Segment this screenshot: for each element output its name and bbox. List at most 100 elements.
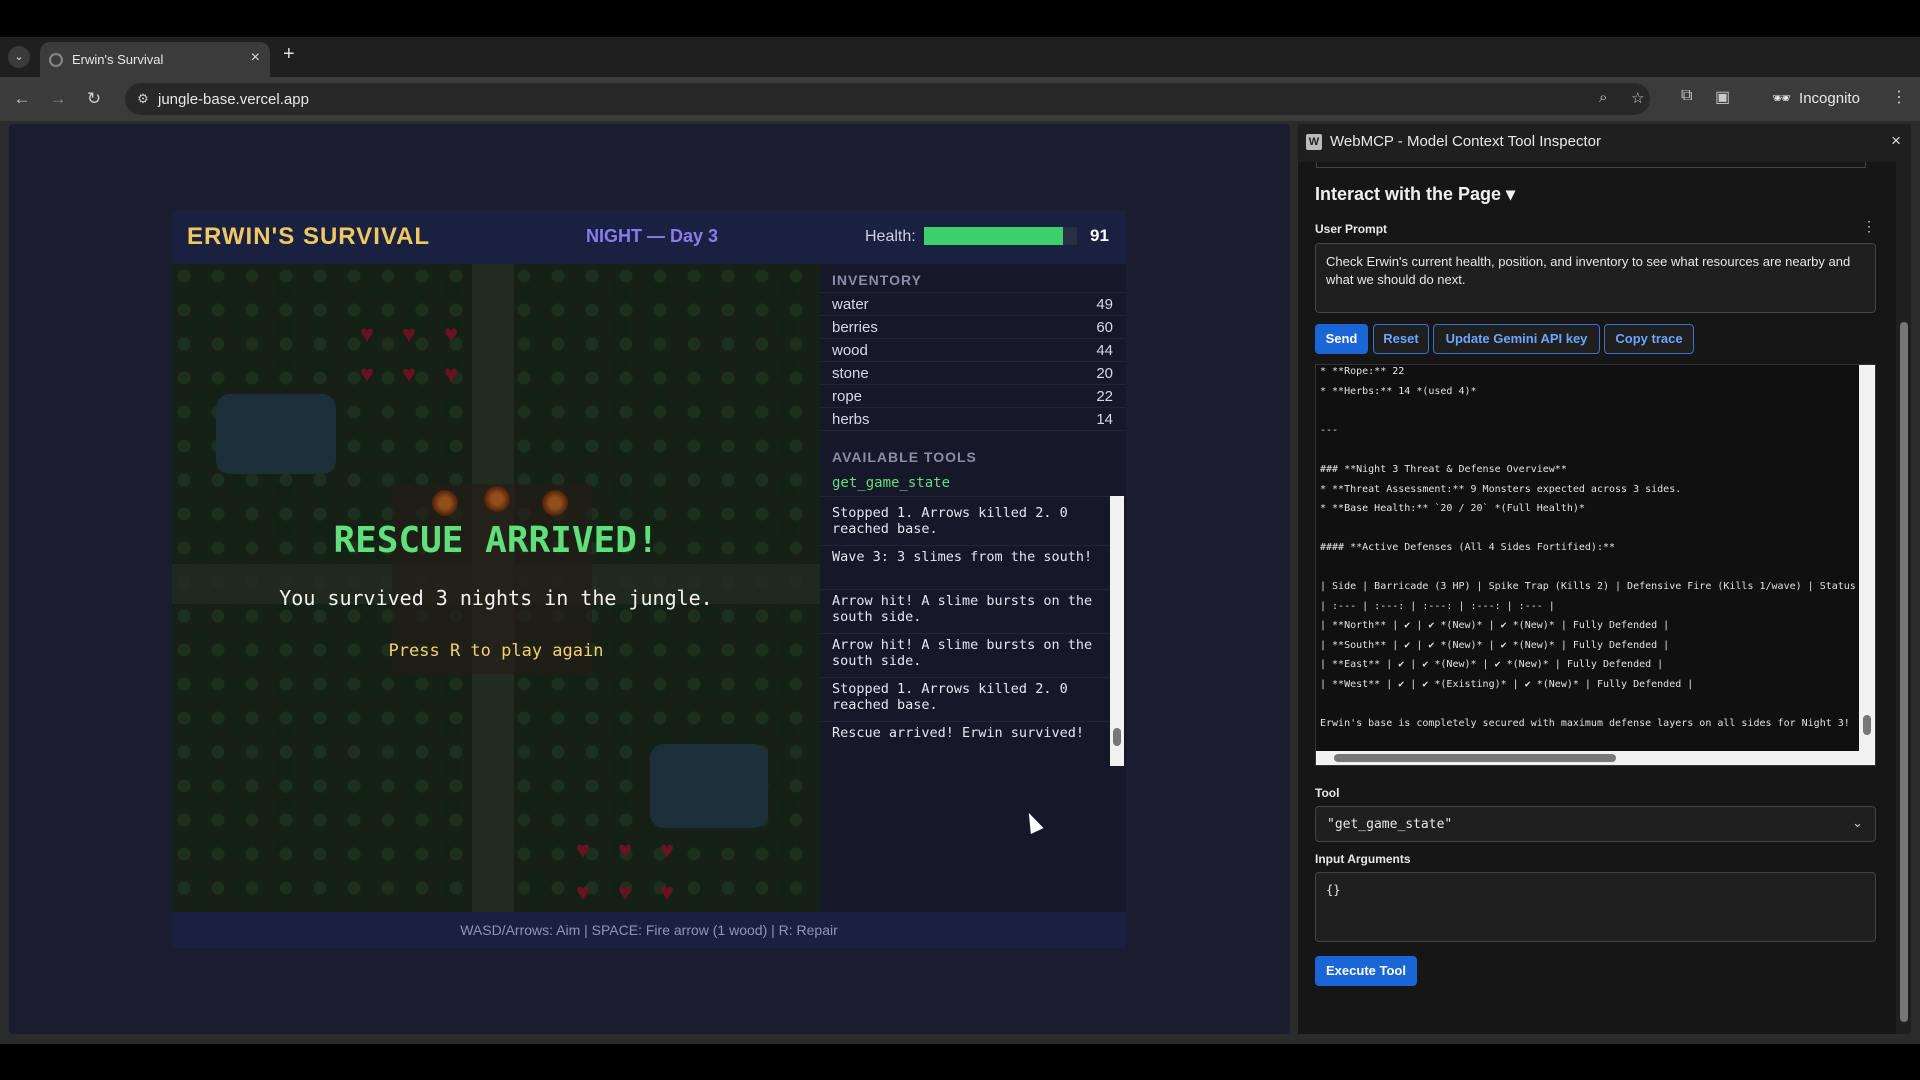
- divider: [820, 677, 1110, 678]
- tool-select[interactable]: "get_game_state" ⌄: [1315, 806, 1876, 842]
- reset-button[interactable]: Reset: [1373, 324, 1429, 354]
- scrollbar-thumb[interactable]: [1113, 728, 1121, 746]
- panel-header: W WebMCP - Model Context Tool Inspector …: [1298, 124, 1911, 162]
- user-prompt-input[interactable]: Check Erwin's current health, position, …: [1315, 243, 1876, 313]
- controls-hint: WASD/Arrows: Aim | SPACE: Fire arrow (1 …: [172, 912, 1126, 948]
- close-icon[interactable]: ×: [251, 49, 260, 67]
- input-arguments-label: Input Arguments: [1315, 852, 1411, 866]
- extensions-icon[interactable]: ⧉: [1681, 87, 1692, 105]
- incognito-label: Incognito: [1799, 90, 1860, 107]
- inventory-row: wood 44: [820, 338, 1126, 361]
- panel-scrollbar[interactable]: [1896, 162, 1911, 1034]
- trace-line: | :--- | :---: | :---: | :---: | :--- |: [1320, 601, 1555, 612]
- scrollbar-thumb[interactable]: [1334, 754, 1616, 762]
- input-arguments-field[interactable]: {}: [1315, 872, 1876, 942]
- game-sidebar: INVENTORY water 49 berries 60 wood 44 stone…: [820, 264, 1126, 912]
- inventory-row: stone 20: [820, 361, 1126, 384]
- health-value: 91: [1090, 226, 1109, 245]
- inventory-row: water 49: [820, 292, 1126, 315]
- copy-trace-button[interactable]: Copy trace: [1604, 324, 1694, 354]
- url-text[interactable]: jungle-base.vercel.app: [158, 91, 309, 108]
- inventory-value: 14: [1096, 411, 1113, 428]
- tool-item[interactable]: get_game_state: [832, 475, 950, 491]
- divider: [820, 721, 1110, 722]
- tool-select-value: "get_game_state": [1327, 817, 1453, 832]
- reload-icon[interactable]: ↻: [82, 87, 106, 111]
- log-scrollbar[interactable]: [1110, 496, 1124, 766]
- divider: [820, 633, 1110, 634]
- inventory-row: herbs 14: [820, 407, 1126, 430]
- log-entry: Rescue arrived! Erwin survived!: [832, 725, 1084, 741]
- trace-vertical-scrollbar[interactable]: [1859, 365, 1875, 751]
- browser-toolbar: ← → ↻ ⚙ jungle-base.vercel.app ⌕ ☆ ⧉ ▣ 🕶…: [0, 77, 1920, 121]
- inventory-value: 60: [1096, 319, 1113, 336]
- more-options-icon[interactable]: ⋮: [1862, 218, 1876, 235]
- trace-line: | **East** | ✔ | ✔ *(New)* | ✔ *(New)* |…: [1320, 659, 1664, 670]
- close-icon[interactable]: ×: [1891, 131, 1901, 151]
- trace-line: ### **Night 3 Threat & Defense Overview*…: [1320, 464, 1567, 475]
- rescue-title: RESCUE ARRIVED!: [333, 520, 659, 561]
- log-entry: Wave 3: 3 slimes from the south!: [832, 549, 1093, 565]
- game-canvas[interactable]: ♥ ♥ ♥ ♥ ♥ ♥ ♥ ♥ ♥ ♥ ♥ ♥ RESCUE ARRIVED! …: [172, 264, 820, 912]
- restart-hint: Press R to play again: [388, 641, 604, 661]
- inventory-name: herbs: [832, 411, 870, 428]
- game-title: ERWIN'S SURVIVAL: [187, 223, 431, 250]
- inventory-value: 22: [1096, 388, 1113, 405]
- divider: [820, 589, 1110, 590]
- trace-line: * **Threat Assessment:** 9 Monsters expe…: [1320, 484, 1682, 495]
- health-label: Health:: [865, 228, 916, 245]
- address-bar[interactable]: ⚙ jungle-base.vercel.app ⌕ ☆: [125, 83, 1650, 115]
- trace-line: | **North** | ✔ | ✔ *(New)* | ✔ *(New)* …: [1320, 620, 1670, 631]
- inventory-value: 49: [1096, 296, 1113, 313]
- incognito-icon: 🕶: [1772, 90, 1792, 107]
- os-top-bar: [0, 0, 1920, 37]
- site-info-icon[interactable]: ⚙: [133, 89, 153, 109]
- trace-line: ---: [1320, 425, 1339, 436]
- menu-icon[interactable]: ⋮: [1891, 87, 1907, 107]
- os-bottom-bar: [0, 1044, 1920, 1080]
- inventory-title: INVENTORY: [832, 272, 922, 288]
- phase-label: NIGHT — Day 3: [586, 226, 719, 246]
- new-tab-icon[interactable]: +: [283, 43, 295, 66]
- log-entry: Arrow hit! A slime bursts on the south s…: [832, 593, 1093, 625]
- trace-line: | Side | Barricade (3 HP) | Spike Trap (…: [1320, 581, 1868, 592]
- divider: [820, 545, 1110, 546]
- trace-line: Erwin's base is completely secured with …: [1320, 718, 1850, 729]
- trace-horizontal-scrollbar[interactable]: [1316, 751, 1875, 765]
- forward-icon[interactable]: →: [46, 87, 70, 111]
- trace-output[interactable]: * **Rope:** 22 * **Herbs:** 14 *(used 4)…: [1315, 364, 1876, 766]
- scrollbar-thumb[interactable]: [1863, 715, 1871, 735]
- inventory-name: wood: [832, 342, 868, 359]
- game-container: ERWIN'S SURVIVAL NIGHT — Day 3 Health: 9…: [172, 210, 1126, 948]
- update-api-key-button[interactable]: Update Gemini API key: [1433, 324, 1600, 354]
- tab-title: Erwin's Survival: [72, 52, 164, 67]
- section-heading[interactable]: Interact with the Page ▾: [1315, 184, 1515, 205]
- globe-icon: [49, 53, 63, 67]
- star-icon[interactable]: ☆: [1631, 89, 1644, 107]
- tool-label: Tool: [1315, 786, 1340, 800]
- inventory-name: water: [832, 296, 869, 313]
- divider: [820, 430, 1126, 431]
- incognito-badge[interactable]: 🕶 Incognito: [1762, 82, 1870, 116]
- game-header: ERWIN'S SURVIVAL NIGHT — Day 3 Health: 9…: [172, 210, 1126, 264]
- inventory-value: 20: [1096, 365, 1113, 382]
- zoom-icon[interactable]: ⌕: [1599, 89, 1607, 106]
- inventory-name: rope: [832, 388, 863, 405]
- log-entry: Arrow hit! A slime bursts on the south s…: [832, 637, 1093, 669]
- browser-tab[interactable]: Erwin's Survival ×: [40, 42, 270, 77]
- previous-field-edge: [1316, 162, 1866, 168]
- execute-tool-button[interactable]: Execute Tool: [1315, 956, 1417, 986]
- tab-search-icon[interactable]: ⌄: [8, 46, 30, 68]
- inventory-row: berries 60: [820, 315, 1126, 338]
- send-button[interactable]: Send: [1315, 324, 1368, 354]
- inventory-value: 44: [1096, 342, 1113, 359]
- back-icon[interactable]: ←: [10, 87, 34, 111]
- inventory-name: berries: [832, 319, 878, 336]
- log-entry: Stopped 1. Arrows killed 2. 0 reached ba…: [832, 681, 1068, 713]
- scrollbar-thumb[interactable]: [1900, 322, 1908, 1022]
- side-panel: W WebMCP - Model Context Tool Inspector …: [1298, 124, 1911, 1034]
- trace-line: #### **Active Defenses (All 4 Sides Fort…: [1320, 542, 1616, 553]
- trace-line: * **Rope:** 22: [1320, 366, 1405, 377]
- side-panel-icon[interactable]: ▣: [1715, 87, 1730, 107]
- event-log[interactable]: Stopped 1. Arrows killed 2. 0 reached ba…: [820, 496, 1126, 766]
